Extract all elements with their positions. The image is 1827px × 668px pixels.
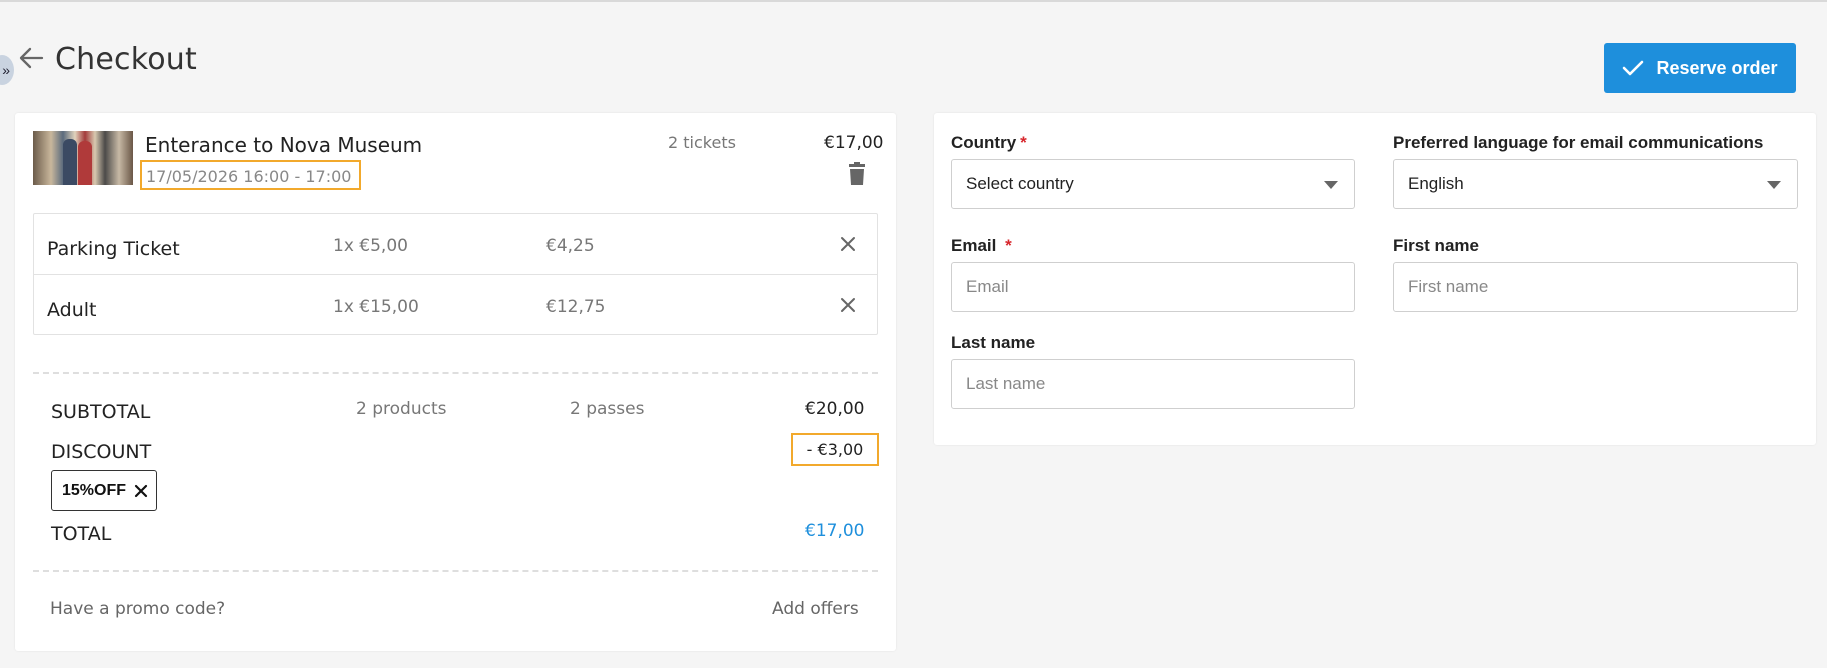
pass-count: 2 passes — [570, 399, 645, 419]
event-price: €17,00 — [824, 133, 884, 153]
subtotal-value: €20,00 — [805, 399, 865, 419]
ticket-row: Adult 1x €15,00 €12,75 — [34, 274, 877, 334]
add-offers-link[interactable]: Add offers — [772, 599, 859, 619]
product-count: 2 products — [356, 399, 447, 419]
first-name-label: First name — [1393, 236, 1479, 255]
ticket-row: Parking Ticket 1x €5,00 €4,25 — [34, 214, 877, 274]
ticket-qty: 1x €5,00 — [333, 236, 408, 256]
last-name-label: Last name — [951, 333, 1036, 352]
footer-divider — [33, 570, 878, 572]
discount-value: - €3,00 — [791, 433, 879, 466]
page-title: Checkout — [55, 42, 197, 77]
email-label-text: Email — [951, 236, 997, 255]
required-marker: * — [1005, 236, 1012, 255]
close-icon[interactable] — [134, 484, 148, 498]
reserve-order-label: Reserve order — [1656, 57, 1778, 78]
country-select[interactable]: Select country — [951, 159, 1355, 209]
country-select-value: Select country — [966, 174, 1074, 193]
trash-icon[interactable] — [846, 162, 868, 186]
ticket-name: Parking Ticket — [47, 238, 180, 260]
applied-promo-chip[interactable]: 15%OFF — [51, 470, 157, 511]
first-name-placeholder: First name — [1408, 277, 1489, 296]
promo-code-link[interactable]: Have a promo code? — [50, 599, 225, 619]
required-marker: * — [1020, 133, 1027, 152]
event-thumbnail — [33, 131, 133, 185]
email-field[interactable]: Email — [951, 262, 1355, 312]
summary-divider — [33, 372, 878, 374]
event-title: Enterance to Nova Museum — [145, 133, 423, 157]
last-name-field[interactable]: Last name — [951, 359, 1355, 409]
discount-label: DISCOUNT — [51, 441, 152, 463]
ticket-price: €4,25 — [546, 236, 595, 256]
check-icon — [1623, 60, 1644, 76]
reserve-order-button[interactable]: Reserve order — [1604, 43, 1796, 93]
country-label: Country * — [951, 133, 1027, 153]
promo-code-label: 15%OFF — [62, 481, 127, 499]
cart-summary-card: Enterance to Nova Museum 17/05/2026 16:0… — [15, 113, 896, 651]
back-arrow-icon[interactable] — [17, 44, 45, 72]
chevron-double-right-icon: » — [2, 62, 10, 78]
first-name-field[interactable]: First name — [1393, 262, 1798, 312]
language-label: Preferred language for email communicati… — [1393, 133, 1764, 152]
caret-down-icon — [1767, 181, 1781, 189]
subtotal-label: SUBTOTAL — [51, 401, 151, 423]
email-placeholder: Email — [966, 277, 1009, 296]
ticket-price: €12,75 — [546, 297, 606, 317]
top-divider — [0, 0, 1827, 2]
language-select[interactable]: English — [1393, 159, 1798, 209]
close-icon[interactable] — [840, 236, 856, 252]
ticket-qty: 1x €15,00 — [333, 297, 419, 317]
event-date: 17/05/2026 16:00 - 17:00 — [140, 160, 361, 190]
total-value: €17,00 — [805, 521, 865, 541]
total-label: TOTAL — [51, 523, 112, 545]
ticket-count: 2 tickets — [668, 133, 736, 152]
language-select-value: English — [1408, 174, 1464, 193]
last-name-placeholder: Last name — [966, 374, 1046, 393]
country-label-text: Country — [951, 133, 1017, 152]
caret-down-icon — [1324, 181, 1338, 189]
ticket-list: Parking Ticket 1x €5,00 €4,25 Adult 1x €… — [33, 213, 878, 335]
close-icon[interactable] — [840, 297, 856, 313]
customer-form-card: Country * Select country Preferred langua… — [934, 113, 1816, 445]
sidebar-toggle[interactable]: » — [0, 55, 14, 85]
email-label: Email * — [951, 236, 1012, 256]
ticket-name: Adult — [47, 299, 97, 321]
